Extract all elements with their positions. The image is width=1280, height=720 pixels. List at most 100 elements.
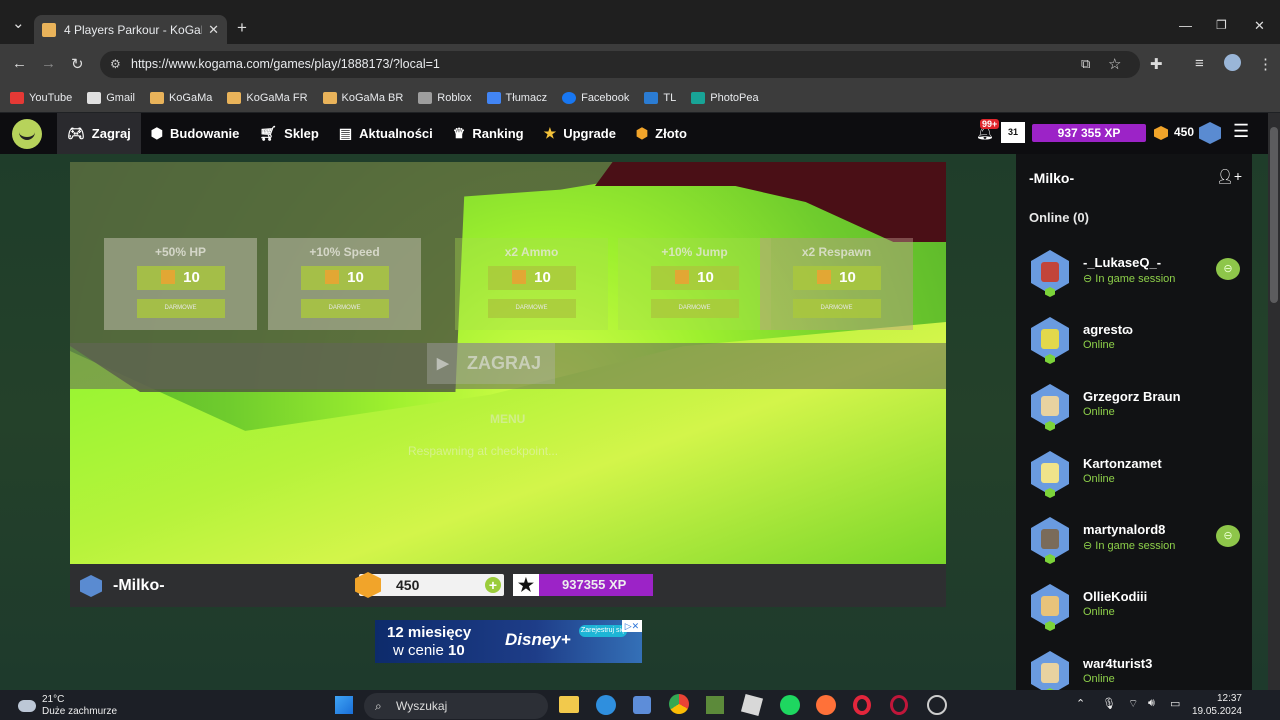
minimize-icon[interactable]: — [1179,18,1192,33]
gold-counter[interactable]: 450 [1174,125,1194,139]
back-icon[interactable]: ← [12,55,27,72]
friend-list-item[interactable]: Kartonzamet Online [1028,451,1248,511]
clock-time: 12:37 [1216,693,1242,704]
advertisement-banner[interactable]: 12 miesięcy w cenie 10 Disney+ Zarejestr… [375,620,642,663]
bookmark-photopea[interactable]: PhotoPea [691,92,759,104]
friend-name: agrestɷ [1083,322,1134,337]
friend-list-item[interactable]: -_LukaseQ_- ⊖ In game session ⊖ [1028,250,1248,310]
hamburger-menu-icon[interactable]: ☰ [1233,121,1249,142]
player-name[interactable]: -Milko- [113,577,165,595]
weather-widget[interactable]: 21°C Duże zachmurze [18,694,117,718]
reload-icon[interactable]: ↻ [71,55,84,73]
restore-icon[interactable]: ❐ [1216,18,1227,32]
menu-label[interactable]: MENU [490,412,525,426]
firefox-icon[interactable] [816,695,836,715]
nav-build[interactable]: ⬢ Budowanie [141,113,250,154]
file-explorer-icon[interactable] [559,696,579,713]
scrollbar-thumb[interactable] [1270,127,1278,303]
buff-free-button[interactable]: DARMOWE [792,299,881,318]
media-icon[interactable]: ≡ [1195,55,1204,72]
play-button[interactable]: ZAGRAJ [427,343,555,384]
bookmarks-bar: YouTube Gmail KoGaMa KoGaMa FR KoGaMa BR… [0,84,1280,112]
edge-icon[interactable] [596,695,616,715]
taskbar-clock[interactable]: 12:37 19.05.2024 [1192,692,1242,718]
bookmark-star-icon[interactable]: ☆ [1108,55,1121,73]
level-star-icon: ★ [513,574,539,596]
add-gold-icon[interactable]: + [485,577,501,593]
page-scrollbar[interactable] [1268,113,1280,690]
bookmark-roblox[interactable]: Roblox [418,92,472,104]
nav-ranking[interactable]: ♛ Ranking [443,113,534,154]
buff-card[interactable]: +10% Jump 10 DARMOWE [618,238,771,330]
buff-card[interactable]: +50% HP 10 DARMOWE [104,238,257,330]
microphone-icon[interactable]: 🎙︎ [1102,697,1116,710]
windows-start-icon[interactable] [335,696,353,714]
chevron-up-icon[interactable]: ⌃ [1076,697,1085,710]
friend-list-item[interactable]: war4turist3 Online [1028,651,1248,690]
wifi-icon[interactable]: ⌔ [1128,697,1138,711]
gamepad-icon[interactable]: ⊖ [1216,258,1240,280]
nav-news[interactable]: ▤ Aktualności [329,113,443,154]
bookmark-tl[interactable]: TL [644,92,676,104]
bookmark-gmail[interactable]: Gmail [87,92,135,104]
bookmark-facebook[interactable]: Facebook [562,92,629,104]
address-bar[interactable]: ⚙ https://www.kogama.com/games/play/1888… [100,51,1140,78]
search-icon: ⌕ [375,699,382,713]
spotify-icon[interactable] [780,695,800,715]
roblox-icon[interactable] [740,693,764,717]
xp-counter[interactable]: 937 355 XP [1032,124,1146,142]
bookmark-translate[interactable]: Tłumacz [486,92,547,104]
kogama-logo[interactable] [12,118,42,149]
friend-list-item[interactable]: martynalord8 ⊖ In game session ⊖ [1028,517,1248,577]
buff-free-button[interactable]: DARMOWE [300,299,389,318]
kogama-icon [322,92,337,104]
buff-card[interactable]: x2 Respawn 10 DARMOWE [760,238,913,330]
taskbar-search[interactable]: ⌕ Wyszukaj [364,693,548,719]
nav-shop[interactable]: 🛒︎ Sklep [249,113,328,154]
profile-avatar-icon[interactable] [1224,54,1241,71]
tab-search-icon[interactable]: ⌄ [12,14,25,32]
browser-tab-active[interactable]: 4 Players Parkour - KoGaMa - P ✕ [34,15,227,44]
buff-free-button[interactable]: DARMOWE [650,299,739,318]
opera-icon[interactable] [853,695,871,715]
close-tab-icon[interactable]: ✕ [208,22,219,38]
crown-icon: ♛ [452,125,466,141]
opera-gx-icon[interactable] [890,695,908,715]
browser-toolbar: ← → ↻ ⚙ https://www.kogama.com/games/pla… [0,44,1280,84]
buff-card[interactable]: x2 Ammo 10 DARMOWE [455,238,608,330]
friend-list-item[interactable]: agrestɷ Online [1028,317,1248,377]
bookmark-youtube[interactable]: YouTube [10,92,72,104]
friend-list-item[interactable]: Grzegorz Braun Online [1028,384,1248,444]
bookmark-kogama-fr[interactable]: KoGaMa FR [227,92,308,104]
install-app-icon[interactable]: ⧉ [1081,56,1090,72]
nav-play[interactable]: 🎮︎ Zagraj [57,113,141,154]
add-friend-icon[interactable]: 👤︎+ [1216,168,1242,185]
site-info-icon[interactable]: ⚙ [110,51,121,78]
buff-card[interactable]: +10% Speed 10 DARMOWE [268,238,421,330]
menu-kebab-icon[interactable]: ⋮ [1258,55,1273,73]
game-dark-block [595,162,946,242]
obs-icon[interactable] [927,695,947,715]
close-window-icon[interactable]: ✕ [1254,18,1265,34]
extensions-icon[interactable]: ✚ [1150,55,1163,73]
bookmark-kogama-br[interactable]: KoGaMa BR [322,92,403,104]
buff-free-button[interactable]: DARMOWE [487,299,576,318]
chrome-icon[interactable] [669,694,689,714]
new-tab-icon[interactable]: + [237,18,247,38]
volume-icon[interactable]: 🔊︎ [1148,697,1155,710]
facebook-icon [562,92,577,104]
nav-upgrade[interactable]: ★ Upgrade [534,113,626,154]
clock-date: 19.05.2024 [1191,706,1242,717]
gamepad-icon[interactable]: ⊖ [1216,525,1240,547]
forward-icon[interactable]: → [41,55,56,72]
nav-gold[interactable]: ⬢ Złoto [626,113,697,154]
minecraft-icon[interactable] [706,696,724,714]
buff-free-button[interactable]: DARMOWE [136,299,225,318]
game-viewport[interactable]: +50% HP 10 DARMOWE +10% Speed 10 DARMOWE… [70,162,946,564]
bookmark-kogama[interactable]: KoGaMa [149,92,212,104]
friend-list-item[interactable]: OllieKodiii Online [1028,584,1248,644]
ad-close-icon[interactable]: ▷✕ [622,620,642,632]
store-icon[interactable] [633,696,651,714]
battery-icon[interactable]: ▭ [1170,697,1180,710]
ad-cta-button[interactable]: Zarejestruj się [579,625,627,637]
